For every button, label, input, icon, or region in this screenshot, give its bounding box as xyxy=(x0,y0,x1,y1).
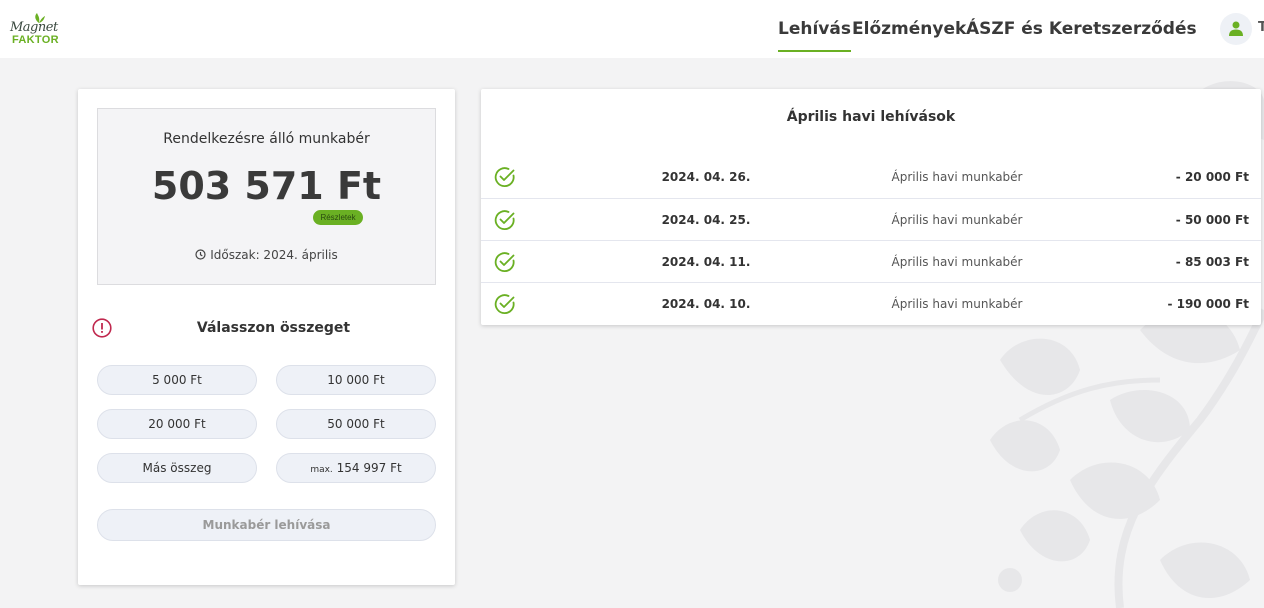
table-row: 2024. 04. 25. Április havi munkabér - 50… xyxy=(481,198,1261,240)
user-menu-button[interactable] xyxy=(1220,13,1252,45)
tx-description: Április havi munkabér xyxy=(891,213,1023,227)
nav-tab-elozmenyek[interactable]: Előzmények xyxy=(852,16,966,52)
tx-amount: - 20 000 Ft xyxy=(1175,170,1249,184)
check-circle-icon xyxy=(494,294,515,314)
tx-description: Április havi munkabér xyxy=(891,255,1023,269)
logo-text-top: Magnet xyxy=(10,20,58,35)
check-circle-icon xyxy=(494,167,515,187)
balance-box: Rendelkezésre álló munkabér 503 571 Ft R… xyxy=(97,108,436,285)
tx-amount: - 50 000 Ft xyxy=(1175,213,1249,227)
choose-amount-title: Válasszon összeget xyxy=(196,320,351,336)
withdrawals-card: Április havi lehívások 2024. 04. 26. Ápr… xyxy=(481,89,1261,325)
table-row: 2024. 04. 10. Április havi munkabér - 19… xyxy=(481,282,1261,324)
top-header: Magnet FAKTOR Lehívás Előzmények ÁSZF és… xyxy=(0,0,1264,58)
brand-logo[interactable]: Magnet FAKTOR xyxy=(10,12,66,46)
amount-option-5000[interactable]: 5 000 Ft xyxy=(97,365,257,395)
withdraw-submit-button[interactable]: Munkabér lehívása xyxy=(97,509,436,541)
user-initial: T xyxy=(1258,20,1264,35)
max-prefix: max. xyxy=(310,465,333,475)
amount-option-10000[interactable]: 10 000 Ft xyxy=(276,365,436,395)
tx-date: 2024. 04. 25. xyxy=(661,213,751,227)
tx-date: 2024. 04. 10. xyxy=(661,297,751,311)
tx-description: Április havi munkabér xyxy=(891,297,1023,311)
tx-description: Április havi munkabér xyxy=(891,170,1023,184)
period-info: Időszak: 2024. április xyxy=(98,248,435,262)
nav-tab-aszf[interactable]: ÁSZF és Keretszerződés xyxy=(966,16,1197,52)
logo-text-bottom: FAKTOR xyxy=(12,34,59,46)
check-circle-icon xyxy=(494,210,515,230)
amount-option-custom[interactable]: Más összeg xyxy=(97,453,257,483)
user-icon xyxy=(1229,21,1243,36)
table-row: 2024. 04. 26. Április havi munkabér - 20… xyxy=(481,156,1261,198)
amount-option-20000[interactable]: 20 000 Ft xyxy=(97,409,257,439)
max-amount: 154 997 Ft xyxy=(336,461,402,475)
nav-tab-lehivas[interactable]: Lehívás xyxy=(778,16,851,52)
clock-icon xyxy=(195,249,206,260)
details-badge[interactable]: Részletek xyxy=(313,210,363,225)
withdraw-card: Rendelkezésre álló munkabér 503 571 Ft R… xyxy=(78,89,455,585)
amount-option-50000[interactable]: 50 000 Ft xyxy=(276,409,436,439)
check-circle-icon xyxy=(494,252,515,272)
balance-amount: 503 571 Ft xyxy=(151,164,382,208)
amount-option-max[interactable]: max. 154 997 Ft xyxy=(276,453,436,483)
tx-amount: - 190 000 Ft xyxy=(1167,297,1249,311)
tx-date: 2024. 04. 11. xyxy=(661,255,751,269)
table-row: 2024. 04. 11. Április havi munkabér - 85… xyxy=(481,240,1261,282)
withdrawals-title: Április havi lehívások xyxy=(786,109,956,125)
tx-date: 2024. 04. 26. xyxy=(661,170,751,184)
tx-amount: - 85 003 Ft xyxy=(1175,255,1249,269)
period-text: Időszak: 2024. április xyxy=(210,248,338,262)
balance-label: Rendelkezésre álló munkabér xyxy=(163,131,370,147)
